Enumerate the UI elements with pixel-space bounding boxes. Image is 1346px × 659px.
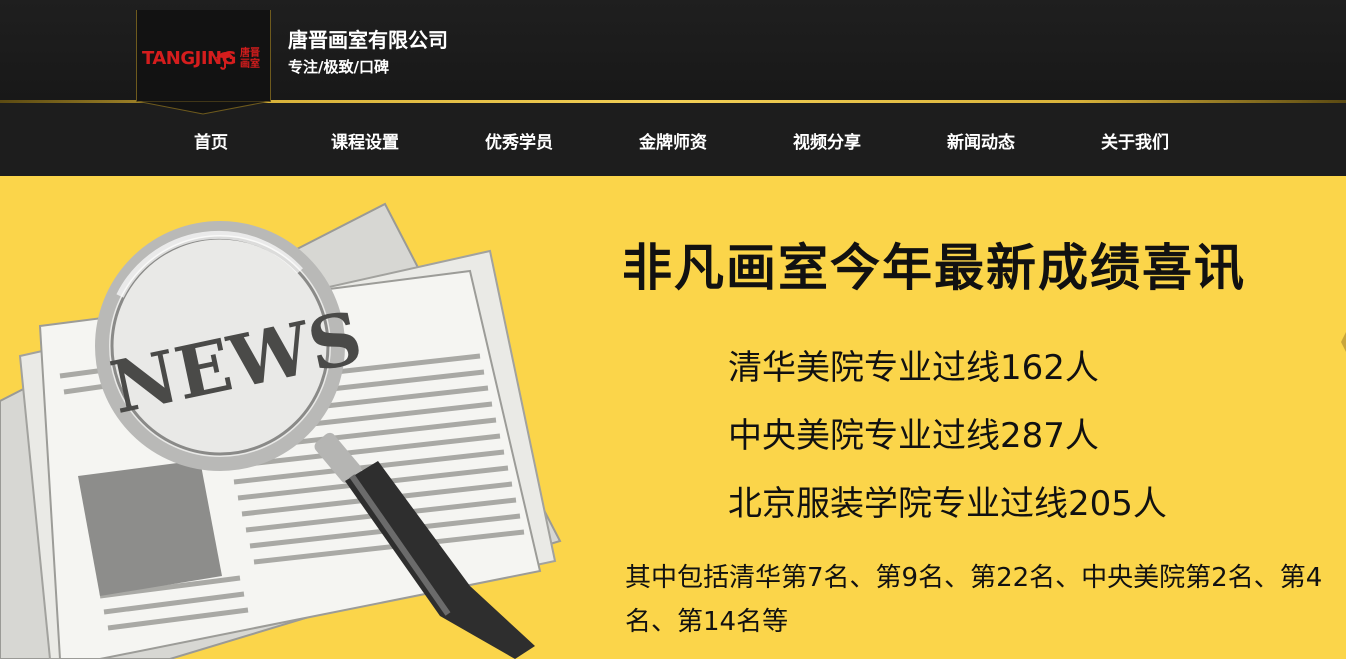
nav-about[interactable]: 关于我们 [1101, 128, 1169, 153]
banner-headline: 非凡画室今年最新成绩喜讯 [622, 239, 1246, 297]
nav-courses[interactable]: 课程设置 [331, 128, 399, 153]
company-slogan: 专注/极致/口碑 [288, 58, 389, 76]
logo-chinese-text: 唐晋画室 [240, 48, 260, 70]
logo-chevron [136, 101, 271, 115]
ranking-detail: 其中包括清华第7名、第9名、第22名、中央美院第2名、第4名、第14名等 [625, 563, 1323, 637]
news-magnifier-illustration: NEWS [0, 202, 562, 659]
nav-news[interactable]: 新闻动态 [947, 128, 1015, 153]
nav-teachers[interactable]: 金牌师资 [639, 128, 707, 153]
company-name: 唐晋画室有限公司 [288, 28, 448, 52]
umbrella-logo-icon [215, 52, 235, 70]
nav-videos[interactable]: 视频分享 [793, 128, 861, 153]
stat-tsinghua: 清华美院专业过线162人 [728, 348, 1099, 388]
nav-home[interactable]: 首页 [194, 128, 228, 153]
stat-bift: 北京服装学院专业过线205人 [728, 484, 1167, 524]
slider-next-arrow-icon[interactable] [1341, 332, 1346, 352]
stat-cafa: 中央美院专业过线287人 [728, 416, 1099, 456]
nav-students[interactable]: 优秀学员 [485, 128, 553, 153]
